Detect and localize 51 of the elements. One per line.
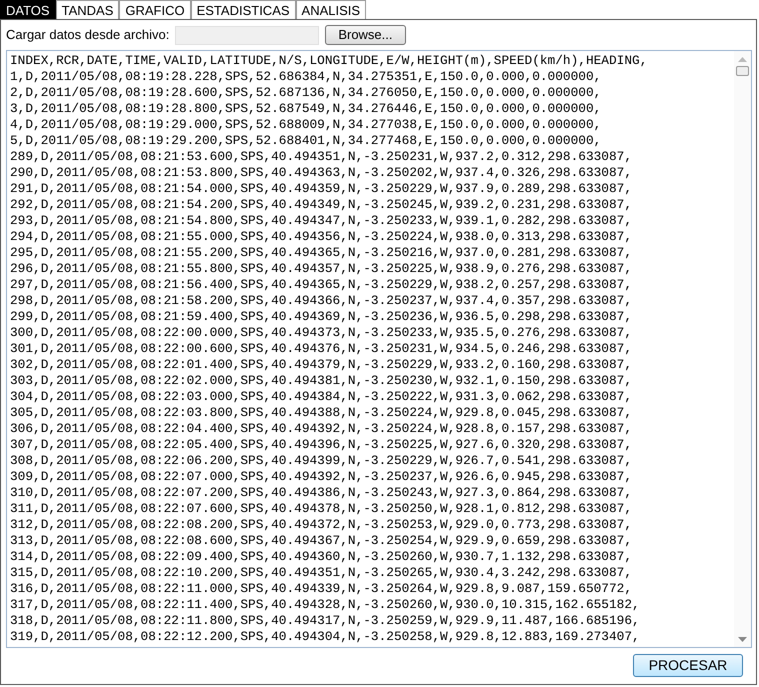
tab[interactable]: ANALISIS [296, 0, 366, 19]
data-line: 296,D,2011/05/08,08:21:55.800,SPS,40.494357,N,-3.250225,W,938.9,0.276,298.633087, [10, 261, 632, 276]
data-line: 310,D,2011/05/08,08:22:07.200,SPS,40.494386,N,-3.250243,W,927.3,0.864,298.633087, [10, 485, 632, 500]
data-line: 295,D,2011/05/08,08:21:55.200,SPS,40.494365,N,-3.250216,W,937.0,0.281,298.633087, [10, 245, 632, 260]
file-label: Cargar datos desde archivo: [6, 26, 170, 44]
tab[interactable]: DATOS [0, 0, 56, 19]
data-line: INDEX,RCR,DATE,TIME,VALID,LATITUDE,N/S,LONGITUDE,E/W,HEIGHT(m),SPEED(km/h),HEADING, [10, 53, 648, 68]
data-line: 4,D,2011/05/08,08:19:29.000,SPS,52.688009,N,34.277038,E,150.0,0.000,0.000000, [10, 117, 602, 132]
data-line: 300,D,2011/05/08,08:22:00.000,SPS,40.494373,N,-3.250233,W,935.5,0.276,298.633087, [10, 325, 632, 340]
data-line: 302,D,2011/05/08,08:22:01.400,SPS,40.494379,N,-3.250229,W,933.2,0.160,298.633087, [10, 357, 632, 372]
scrollbar[interactable] [734, 51, 751, 647]
data-line: 291,D,2011/05/08,08:21:54.000,SPS,40.494359,N,-3.250229,W,937.9,0.289,298.633087, [10, 181, 632, 196]
scroll-up-icon[interactable] [738, 56, 747, 62]
tab[interactable]: ESTADISTICAS [190, 0, 296, 19]
data-line: 292,D,2011/05/08,08:21:54.200,SPS,40.494349,N,-3.250245,W,939.2,0.231,298.633087, [10, 197, 632, 212]
data-line: 319,D,2011/05/08,08:22:12.200,SPS,40.494304,N,-3.250258,W,929.8,12.883,169.273407, [10, 629, 640, 644]
data-line: 308,D,2011/05/08,08:22:06.200,SPS,40.494399,N,-3.250229,W,926.7,0.541,298.633087, [10, 453, 632, 468]
data-line: 289,D,2011/05/08,08:21:53.600,SPS,40.494351,N,-3.250231,W,937.2,0.312,298.633087, [10, 149, 632, 164]
scroll-thumb[interactable] [736, 66, 749, 76]
data-line: 304,D,2011/05/08,08:22:03.000,SPS,40.494384,N,-3.250222,W,931.3,0.062,298.633087, [10, 389, 632, 404]
data-line: 312,D,2011/05/08,08:22:08.200,SPS,40.494372,N,-3.250253,W,929.0,0.773,298.633087, [10, 517, 632, 532]
scroll-down-icon[interactable] [738, 637, 747, 643]
data-line: 301,D,2011/05/08,08:22:00.600,SPS,40.494376,N,-3.250231,W,934.5,0.246,298.633087, [10, 341, 632, 356]
data-line: 294,D,2011/05/08,08:21:55.000,SPS,40.494356,N,-3.250224,W,938.0,0.313,298.633087, [10, 229, 632, 244]
data-line: 303,D,2011/05/08,08:22:02.000,SPS,40.494381,N,-3.250230,W,932.1,0.150,298.633087, [10, 373, 632, 388]
data-line: 293,D,2011/05/08,08:21:54.800,SPS,40.494347,N,-3.250233,W,939.1,0.282,298.633087, [10, 213, 632, 228]
data-text-area[interactable] [6, 50, 752, 648]
data-line: 3,D,2011/05/08,08:19:28.800,SPS,52.687549,N,34.276446,E,150.0,0.000,0.000000, [10, 101, 602, 116]
data-line: 318,D,2011/05/08,08:22:11.800,SPS,40.494317,N,-3.250259,W,929.9,11.487,166.685196, [10, 613, 640, 628]
tab[interactable]: TANDAS [56, 0, 120, 19]
process-button[interactable]: PROCESAR [633, 654, 743, 677]
data-line: 315,D,2011/05/08,08:22:10.200,SPS,40.494351,N,-3.250265,W,930.4,3.242,298.633087, [10, 565, 632, 580]
data-line: 313,D,2011/05/08,08:22:08.600,SPS,40.494367,N,-3.250254,W,929.9,0.659,298.633087, [10, 533, 632, 548]
file-path-field[interactable] [175, 26, 320, 44]
data-line: 306,D,2011/05/08,08:22:04.400,SPS,40.494392,N,-3.250224,W,928.8,0.157,298.633087, [10, 421, 632, 436]
data-line: 299,D,2011/05/08,08:21:59.400,SPS,40.494369,N,-3.250236,W,936.5,0.298,298.633087, [10, 309, 632, 324]
data-line: 290,D,2011/05/08,08:21:53.800,SPS,40.494363,N,-3.250202,W,937.4,0.326,298.633087, [10, 165, 632, 180]
data-line: 1,D,2011/05/08,08:19:28.228,SPS,52.686384,N,34.275351,E,150.0,0.000,0.000000, [10, 69, 602, 84]
data-line: 2,D,2011/05/08,08:19:28.600,SPS,52.687136,N,34.276050,E,150.0,0.000,0.000000, [10, 85, 602, 100]
data-line: 317,D,2011/05/08,08:22:11.400,SPS,40.494328,N,-3.250260,W,930.0,10.315,162.655182, [10, 597, 640, 612]
data-line: 305,D,2011/05/08,08:22:03.800,SPS,40.494388,N,-3.250224,W,929.8,0.045,298.633087, [10, 405, 632, 420]
data-line: 311,D,2011/05/08,08:22:07.600,SPS,40.494378,N,-3.250250,W,928.1,0.812,298.633087, [10, 501, 632, 516]
data-line: 316,D,2011/05/08,08:22:11.000,SPS,40.494339,N,-3.250264,W,929.8,9.087,159.650772, [10, 581, 632, 596]
data-line: 307,D,2011/05/08,08:22:05.400,SPS,40.494396,N,-3.250225,W,927.6,0.320,298.633087, [10, 437, 632, 452]
data-line: 309,D,2011/05/08,08:22:07.000,SPS,40.494392,N,-3.250237,W,926.6,0.945,298.633087, [10, 469, 632, 484]
data-line: 5,D,2011/05/08,08:19:29.200,SPS,52.688401,N,34.277468,E,150.0,0.000,0.000000, [10, 133, 602, 148]
data-line: 314,D,2011/05/08,08:22:09.400,SPS,40.494360,N,-3.250260,W,930.7,1.132,298.633087, [10, 549, 632, 564]
tab[interactable]: GRAFICO [119, 0, 191, 19]
data-line: 297,D,2011/05/08,08:21:56.400,SPS,40.494365,N,-3.250229,W,938.2,0.257,298.633087, [10, 277, 632, 292]
data-line: 298,D,2011/05/08,08:21:58.200,SPS,40.494366,N,-3.250237,W,937.4,0.357,298.633087, [10, 293, 632, 308]
browse-button[interactable]: Browse... [325, 25, 406, 45]
